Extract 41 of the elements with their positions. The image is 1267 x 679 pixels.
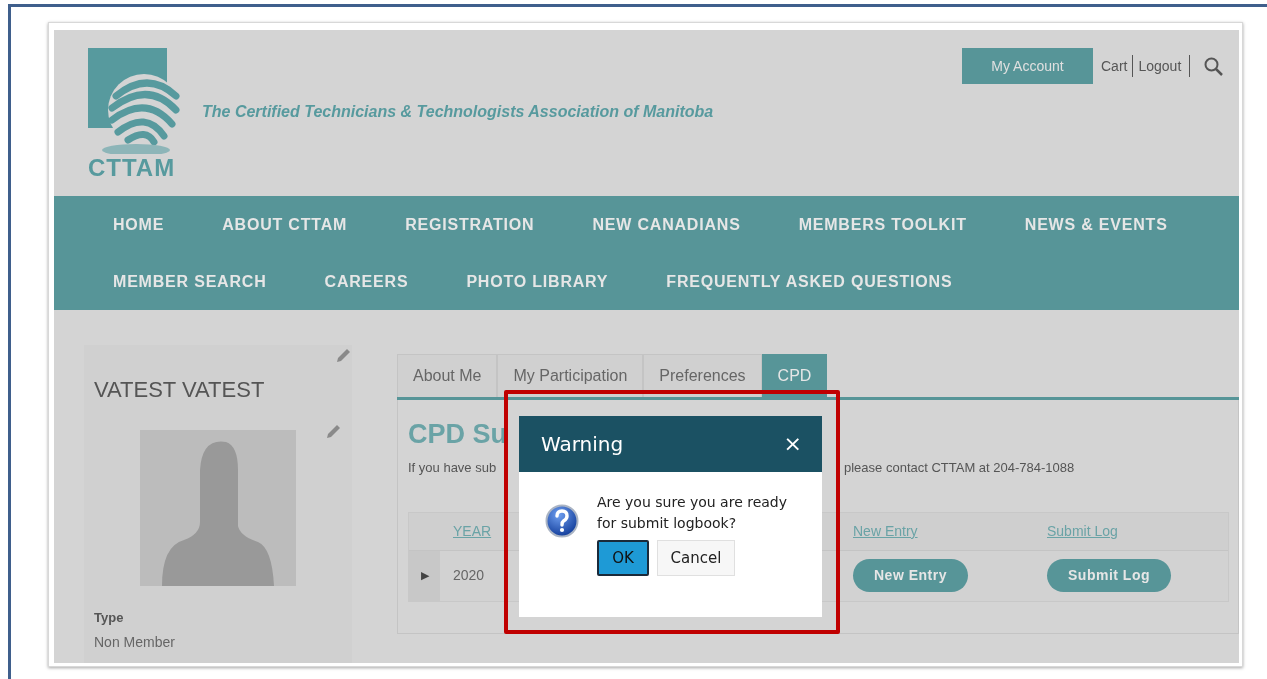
nav-link[interactable]: ABOUT CTTAM (222, 212, 348, 237)
tab[interactable]: My Participation (497, 354, 644, 397)
tab[interactable]: Preferences (643, 354, 762, 397)
nav-link[interactable]: FREQUENTLY ASKED QUESTIONS (666, 269, 953, 294)
header-link[interactable]: Cart (1101, 55, 1128, 77)
expand-arrow[interactable]: ▶ (420, 567, 429, 584)
account-button[interactable]: My Account (962, 48, 1093, 84)
profile-name: VATEST VATEST (94, 377, 266, 403)
pencil-icon[interactable] (335, 348, 351, 364)
pencil-icon[interactable] (325, 424, 341, 440)
question-icon (545, 504, 579, 538)
nav-link[interactable]: MEMBERS TOOLKIT (798, 212, 967, 237)
field-label: Type (94, 609, 125, 627)
logo-mark-icon (88, 48, 180, 154)
logo[interactable]: CTTAM (88, 48, 180, 182)
nav-link[interactable]: NEW CANADIANS (592, 212, 741, 237)
table-cell-text: 2020 (452, 566, 486, 585)
column-header-link[interactable]: YEAR (453, 523, 492, 539)
note-text: please contact CTTAM at 204-784-1088 (844, 459, 1075, 477)
nav-link[interactable]: HOME (113, 212, 165, 237)
nav-link[interactable]: CAREERS (324, 269, 409, 294)
dialog-button[interactable]: OK (597, 540, 649, 576)
nav-link[interactable]: PHOTO LIBRARY (466, 269, 609, 294)
column-header-link[interactable]: Submit Log (1047, 523, 1118, 539)
action-button[interactable]: New Entry (853, 559, 968, 592)
logo-text: CTTAM (88, 154, 176, 182)
tab[interactable]: About Me (397, 354, 498, 397)
search-icon[interactable] (1204, 56, 1224, 76)
field-value: Non Member (94, 632, 176, 652)
nav-link[interactable]: MEMBER SEARCH (113, 269, 267, 294)
tagline: The Certified Technicians & Technologists Association of Manitoba (202, 102, 714, 122)
column-header-link[interactable]: New Entry (853, 523, 918, 539)
close-button[interactable]: × (783, 433, 802, 455)
dialog-button[interactable]: Cancel (657, 540, 735, 576)
dialog-title: Warning (541, 431, 624, 458)
header-link[interactable]: Logout (1138, 55, 1182, 77)
dialog-message: Are you sure you are ready for submit logbook? (597, 493, 789, 533)
nav-link[interactable]: NEWS & EVENTS (1024, 212, 1168, 237)
nav-link[interactable]: REGISTRATION (405, 212, 535, 237)
note-text: If you have sub (408, 459, 498, 477)
action-button[interactable]: Submit Log (1047, 559, 1171, 592)
